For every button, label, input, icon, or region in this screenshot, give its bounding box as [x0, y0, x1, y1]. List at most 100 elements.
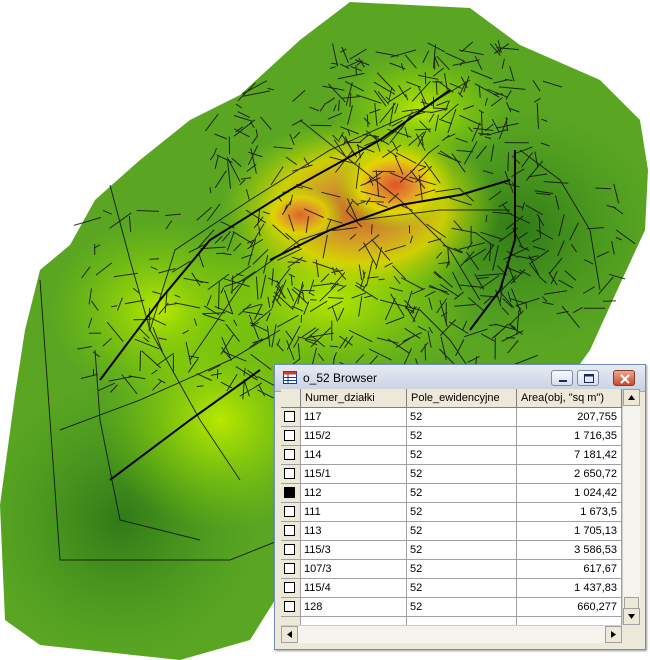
cell-numer[interactable]: 115/2 — [301, 427, 407, 446]
scroll-right-button[interactable] — [605, 626, 622, 643]
row-select-cell[interactable] — [281, 503, 301, 522]
table-row[interactable]: 114 52 7 181,42 — [281, 446, 622, 465]
cell-area[interactable]: 2 650,72 — [517, 465, 622, 484]
cell-numer[interactable]: 112 — [301, 484, 407, 503]
cell-pole[interactable]: 52 — [407, 522, 517, 541]
table-row[interactable]: 107/3 52 617,67 — [281, 560, 622, 579]
close-icon — [620, 374, 630, 384]
row-select-checkbox[interactable] — [284, 449, 295, 460]
table-header: Numer_działki Pole_ewidencyjne Area(obj,… — [281, 389, 622, 408]
row-select-cell[interactable] — [281, 427, 301, 446]
arrow-left-icon — [287, 631, 292, 638]
cell-numer[interactable] — [301, 617, 407, 625]
header-select-column — [281, 389, 301, 408]
table-row[interactable]: 115/2 52 1 716,35 — [281, 427, 622, 446]
cell-numer[interactable]: 111 — [301, 503, 407, 522]
cell-pole[interactable]: 52 — [407, 446, 517, 465]
column-header-numer[interactable]: Numer_działki — [301, 389, 407, 408]
cell-pole[interactable]: 52 — [407, 427, 517, 446]
table-row[interactable]: 128 52 660,277 — [281, 598, 622, 617]
row-select-checkbox[interactable] — [284, 468, 295, 479]
row-select-checkbox[interactable] — [284, 582, 295, 593]
row-select-checkbox[interactable] — [284, 525, 295, 536]
row-select-cell[interactable] — [281, 484, 301, 503]
cell-numer[interactable]: 107/3 — [301, 560, 407, 579]
arrow-down-icon — [628, 614, 635, 619]
parcel-line — [300, 314, 303, 323]
row-select-checkbox[interactable] — [284, 563, 295, 574]
row-select-cell[interactable] — [281, 522, 301, 541]
cell-pole[interactable]: 52 — [407, 408, 517, 427]
cell-numer[interactable]: 115/3 — [301, 541, 407, 560]
parcel-line — [595, 187, 612, 190]
row-select-checkbox[interactable] — [284, 601, 295, 612]
row-select-cell[interactable] — [281, 598, 301, 617]
scroll-up-button[interactable] — [623, 389, 640, 406]
table-icon — [283, 371, 297, 384]
close-button[interactable] — [613, 370, 635, 386]
row-select-cell[interactable] — [281, 541, 301, 560]
cell-pole[interactable]: 52 — [407, 484, 517, 503]
row-select-checkbox[interactable] — [284, 411, 295, 422]
parcel-line — [149, 258, 160, 260]
cell-numer[interactable]: 128 — [301, 598, 407, 617]
cell-numer[interactable]: 113 — [301, 522, 407, 541]
column-header-pole[interactable]: Pole_ewidencyjne — [407, 389, 517, 408]
parcel-line — [139, 350, 141, 372]
table-row-partial[interactable] — [281, 617, 622, 625]
scroll-down-button[interactable] — [623, 608, 640, 625]
row-select-cell[interactable] — [281, 560, 301, 579]
horizontal-scrollbar[interactable] — [281, 625, 622, 643]
cell-area[interactable]: 1 716,35 — [517, 427, 622, 446]
minimize-button[interactable] — [551, 370, 573, 386]
table-row[interactable]: 113 52 1 705,13 — [281, 522, 622, 541]
cell-area[interactable]: 207,755 — [517, 408, 622, 427]
table-row[interactable]: 112 52 1 024,42 — [281, 484, 622, 503]
arrow-right-icon — [611, 631, 616, 638]
table-row[interactable]: 117 52 207,755 — [281, 408, 622, 427]
vertical-scrollbar[interactable] — [622, 389, 640, 625]
cell-pole[interactable]: 52 — [407, 541, 517, 560]
maximize-icon — [584, 374, 594, 383]
cell-pole[interactable]: 52 — [407, 598, 517, 617]
cell-area[interactable]: 1 673,5 — [517, 503, 622, 522]
scroll-left-button[interactable] — [281, 626, 298, 643]
cell-area[interactable]: 617,67 — [517, 560, 622, 579]
maximize-button[interactable] — [577, 370, 599, 386]
row-select-cell[interactable] — [281, 408, 301, 427]
cell-pole[interactable]: 52 — [407, 560, 517, 579]
cell-area[interactable]: 1 705,13 — [517, 522, 622, 541]
table-row[interactable]: 115/1 52 2 650,72 — [281, 465, 622, 484]
row-select-checkbox[interactable] — [284, 506, 295, 517]
cell-pole[interactable]: 52 — [407, 465, 517, 484]
cell-area[interactable] — [517, 617, 622, 625]
row-select-cell[interactable] — [281, 465, 301, 484]
cell-area[interactable]: 3 586,53 — [517, 541, 622, 560]
cell-pole[interactable] — [407, 617, 517, 625]
cell-pole[interactable]: 52 — [407, 503, 517, 522]
row-select-checkbox[interactable] — [284, 430, 295, 441]
cell-area[interactable]: 1 024,42 — [517, 484, 622, 503]
parcel-line — [310, 124, 332, 127]
cell-area[interactable]: 1 437,83 — [517, 579, 622, 598]
parcel-line — [371, 224, 373, 235]
cell-numer[interactable]: 115/1 — [301, 465, 407, 484]
row-select-checkbox[interactable] — [284, 544, 295, 555]
title-bar[interactable]: o_52 Browser — [275, 365, 645, 392]
parcel-line — [378, 278, 385, 281]
row-select-cell[interactable] — [281, 617, 301, 625]
cell-pole[interactable]: 52 — [407, 579, 517, 598]
cell-area[interactable]: 7 181,42 — [517, 446, 622, 465]
column-header-area[interactable]: Area(obj, "sq m") — [517, 389, 622, 408]
table-row[interactable]: 115/4 52 1 437,83 — [281, 579, 622, 598]
cell-numer[interactable]: 117 — [301, 408, 407, 427]
cell-numer[interactable]: 114 — [301, 446, 407, 465]
row-select-cell[interactable] — [281, 579, 301, 598]
table-row[interactable]: 111 52 1 673,5 — [281, 503, 622, 522]
table-row[interactable]: 115/3 52 3 586,53 — [281, 541, 622, 560]
row-select-cell[interactable] — [281, 446, 301, 465]
row-select-checkbox[interactable] — [284, 487, 295, 498]
cell-numer[interactable]: 115/4 — [301, 579, 407, 598]
parcel-line — [432, 81, 443, 83]
cell-area[interactable]: 660,277 — [517, 598, 622, 617]
